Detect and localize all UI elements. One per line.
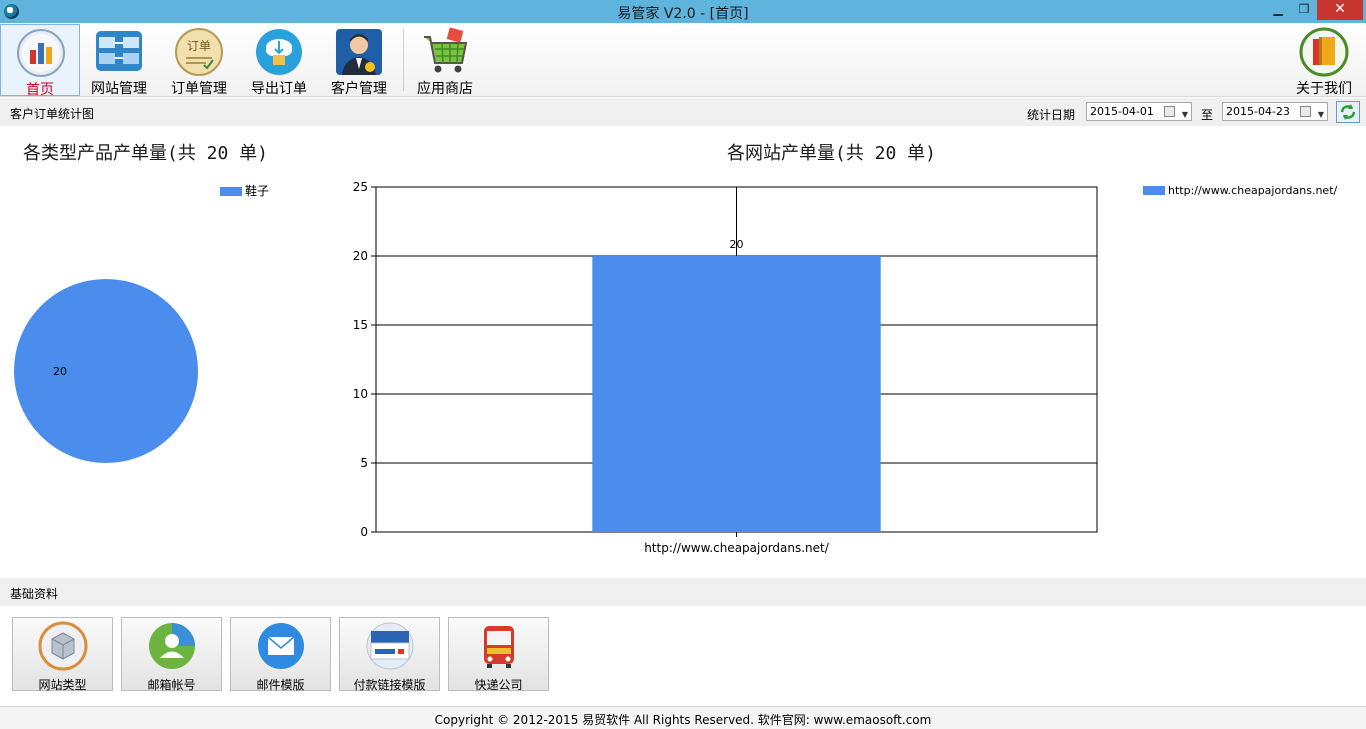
site-type-label: 网站类型 bbox=[38, 678, 87, 692]
toolbar-order-label: 订单管理 bbox=[171, 81, 227, 97]
chart-icon bbox=[17, 29, 65, 77]
toolbar-appstore-button[interactable]: 应用商店 bbox=[405, 24, 485, 97]
title-bar: 易管家 V2.0 - [首页] ▁ ❐ ✕ bbox=[0, 0, 1366, 23]
bar-chart-title: 各网站产单量(共 20 单) bbox=[727, 143, 937, 164]
customer-icon bbox=[336, 29, 382, 75]
x-tick-label: http://www.cheapajordans.net/ bbox=[644, 541, 830, 555]
basic-data-header: 基础资料 bbox=[0, 578, 1366, 606]
payment-link-template-label: 付款链接模版 bbox=[353, 678, 426, 692]
pie-data-label: 20 bbox=[53, 365, 67, 378]
user-icon bbox=[149, 623, 195, 669]
toolbar-separator bbox=[403, 29, 404, 91]
bar-data-label: 20 bbox=[730, 238, 744, 251]
card-icon bbox=[366, 622, 414, 670]
order-stats-title: 客户订单统计图 bbox=[10, 107, 95, 121]
window-title: 易管家 V2.0 - [首页] bbox=[617, 6, 749, 22]
main-toolbar: 首页 网站管理 订单 订单管理 导出订单 客户管理 应用商店 关于我们 bbox=[0, 23, 1366, 98]
toolbar-home-label: 首页 bbox=[26, 82, 54, 98]
end-date-value: 2015-04-23 bbox=[1226, 105, 1290, 118]
pie-legend-label: 鞋子 bbox=[245, 184, 270, 198]
export-icon bbox=[256, 29, 302, 75]
footer: Copyright © 2012-2015 易贸软件 All Rights Re… bbox=[0, 706, 1366, 729]
pie-chart-title: 各类型产品产单量(共 20 单) bbox=[23, 143, 269, 164]
toolbar-customer-button[interactable]: 客户管理 bbox=[319, 24, 399, 97]
refresh-button[interactable] bbox=[1336, 101, 1360, 123]
refresh-icon bbox=[1340, 104, 1356, 120]
toolbar-appstore-label: 应用商店 bbox=[417, 81, 473, 97]
stat-date-label: 统计日期 bbox=[1027, 108, 1076, 122]
bar-legend-swatch bbox=[1143, 186, 1165, 195]
mail-template-label: 邮件模版 bbox=[256, 678, 305, 692]
site-type-button[interactable]: 网站类型 bbox=[12, 617, 113, 692]
bar-legend-label: http://www.cheapajordans.net/ bbox=[1168, 184, 1338, 197]
pie-legend-swatch bbox=[220, 187, 242, 196]
toolbar-customer-label: 客户管理 bbox=[331, 81, 387, 97]
toolbar-website-label: 网站管理 bbox=[91, 81, 147, 97]
start-date-value: 2015-04-01 bbox=[1090, 105, 1154, 118]
start-date-picker[interactable]: 2015-04-01 ▼ bbox=[1086, 102, 1192, 121]
toolbar-export-label: 导出订单 bbox=[251, 81, 307, 97]
y-tick-label: 25 bbox=[353, 180, 368, 194]
chevron-down-icon[interactable]: ▼ bbox=[1182, 106, 1188, 123]
toolbar-about-button[interactable]: 关于我们 bbox=[1284, 24, 1364, 97]
y-tick-label: 15 bbox=[353, 318, 368, 332]
book-icon bbox=[1299, 27, 1349, 77]
mail-icon bbox=[258, 623, 304, 669]
pie-slice bbox=[14, 279, 198, 463]
bar bbox=[592, 256, 881, 532]
courier-company-label: 快递公司 bbox=[474, 678, 523, 692]
bar-chart: 0 5 10 15 20 25 20 http://www.cheapajordans.net… bbox=[353, 180, 1098, 555]
to-label: 至 bbox=[1201, 108, 1214, 122]
payment-link-template-button[interactable]: 付款链接模版 bbox=[339, 617, 440, 692]
mail-template-button[interactable]: 邮件模版 bbox=[230, 617, 331, 692]
end-date-picker[interactable]: 2015-04-23 ▼ bbox=[1222, 102, 1328, 121]
cart-icon bbox=[424, 27, 468, 73]
calendar-icon[interactable] bbox=[1164, 106, 1175, 117]
restore-button[interactable]: ❐ bbox=[1291, 0, 1317, 20]
courier-company-button[interactable]: 快递公司 bbox=[448, 617, 549, 692]
bus-icon bbox=[484, 626, 514, 668]
y-tick-label: 5 bbox=[360, 456, 368, 470]
y-tick-label: 20 bbox=[353, 249, 368, 263]
toolbar-home-button[interactable]: 首页 bbox=[0, 24, 80, 98]
y-tick-label: 0 bbox=[360, 525, 368, 539]
box-icon bbox=[38, 621, 88, 671]
pie-legend: 鞋子 bbox=[220, 182, 269, 199]
toolbar-website-button[interactable]: 网站管理 bbox=[79, 24, 159, 97]
bar-legend: http://www.cheapajordans.net/ bbox=[1143, 183, 1337, 197]
mail-account-button[interactable]: 邮箱帐号 bbox=[121, 617, 222, 692]
pie-chart: 20 bbox=[14, 279, 198, 463]
order-icon: 订单 bbox=[175, 28, 223, 76]
toolbar-export-button[interactable]: 导出订单 bbox=[239, 24, 319, 97]
close-button[interactable]: ✕ bbox=[1317, 0, 1363, 20]
toolbar-order-button[interactable]: 订单 订单管理 bbox=[159, 24, 239, 97]
website-icon bbox=[96, 31, 142, 71]
basic-data-title: 基础资料 bbox=[10, 587, 59, 601]
chevron-down-icon[interactable]: ▼ bbox=[1318, 106, 1324, 123]
toolbar-about-label: 关于我们 bbox=[1296, 81, 1352, 97]
mail-account-label: 邮箱帐号 bbox=[147, 678, 196, 692]
order-stats-header: 客户订单统计图 统计日期 2015-04-01 ▼ 至 2015-04-23 ▼ bbox=[0, 98, 1366, 126]
y-tick-label: 10 bbox=[353, 387, 368, 401]
minimize-button[interactable]: ▁ bbox=[1265, 0, 1291, 20]
svg-text:订单: 订单 bbox=[187, 39, 211, 53]
copyright-text: Copyright © 2012-2015 易贸软件 All Rights Re… bbox=[434, 713, 932, 727]
calendar-icon[interactable] bbox=[1300, 106, 1311, 117]
